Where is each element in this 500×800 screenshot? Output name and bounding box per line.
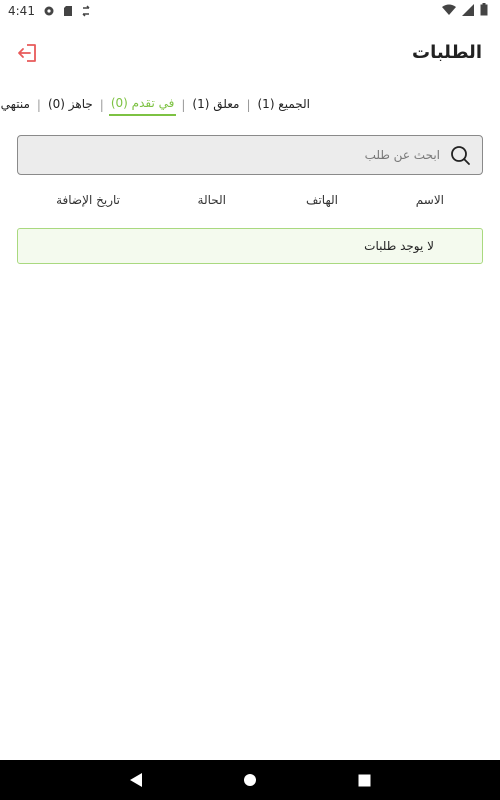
logout-button[interactable]	[14, 42, 40, 68]
search-icon[interactable]	[448, 143, 472, 167]
empty-state-message: لا يوجد طلبات	[17, 228, 483, 264]
column-date: تاريخ الإضافة	[56, 193, 120, 207]
tab-separator: |	[181, 98, 186, 112]
tab-separator: |	[99, 98, 104, 112]
tab-finished[interactable]: منتهي (0)	[0, 95, 32, 115]
status-right	[442, 3, 488, 19]
wifi-icon	[442, 4, 456, 19]
battery-icon	[480, 3, 488, 19]
column-name: الاسم	[415, 193, 444, 207]
notification-icon	[43, 5, 55, 17]
page-title: الطلبات	[411, 42, 482, 63]
search-input[interactable]	[60, 148, 440, 162]
tab-ready[interactable]: جاهز (0)	[46, 95, 95, 115]
status-time: 4:41	[8, 4, 35, 18]
header: الطلبات	[0, 36, 500, 70]
empty-state-text: لا يوجد طلبات	[364, 239, 434, 253]
tab-pending[interactable]: معلق (1)	[190, 95, 241, 115]
column-phone: الهاتف	[306, 193, 338, 207]
tab-separator: |	[36, 98, 41, 112]
recents-icon[interactable]	[352, 768, 376, 792]
table-header: الاسم الهاتف الحالة تاريخ الإضافة	[0, 193, 500, 211]
search-box[interactable]	[17, 135, 483, 175]
navigation-bar	[0, 760, 500, 800]
status-left: 4:41	[8, 4, 91, 18]
sync-icon	[81, 5, 91, 17]
status-bar: 4:41	[0, 0, 500, 22]
back-icon[interactable]	[124, 768, 148, 792]
tabs-row: الجميع (1) | معلق (1) | في تقدم (0) | جا…	[0, 94, 312, 116]
tab-in-progress[interactable]: في تقدم (0)	[108, 94, 177, 116]
signal-icon	[462, 3, 474, 19]
logout-icon	[16, 43, 38, 67]
tab-all[interactable]: الجميع (1)	[255, 95, 312, 115]
sd-card-icon	[63, 5, 73, 17]
home-icon[interactable]	[238, 768, 262, 792]
column-status: الحالة	[197, 193, 226, 207]
tab-separator: |	[246, 98, 251, 112]
